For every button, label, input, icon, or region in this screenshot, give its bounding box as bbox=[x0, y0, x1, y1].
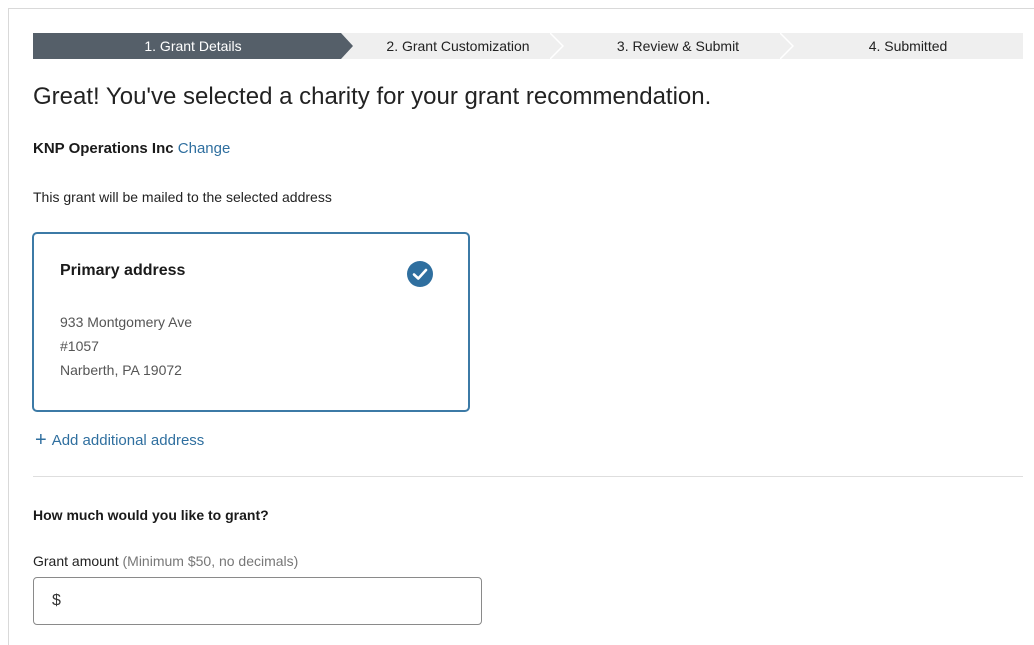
step-separator bbox=[550, 33, 564, 59]
add-address-label: Add additional address bbox=[51, 431, 205, 449]
address-line: Narberth, PA 19072 bbox=[60, 362, 182, 378]
change-charity-link[interactable]: Change bbox=[178, 140, 231, 157]
grant-amount-field[interactable]: $ bbox=[33, 577, 482, 625]
plus-icon: + bbox=[35, 429, 47, 451]
progress-stepper: 1. Grant Details 2. Grant Customization … bbox=[33, 33, 1023, 59]
page-title: Great! You've selected a charity for you… bbox=[33, 83, 712, 110]
amount-label-text: Grant amount bbox=[33, 553, 119, 569]
grant-amount-label: Grant amount (Minimum $50, no decimals) bbox=[33, 553, 298, 569]
add-address-link[interactable]: + Add additional address bbox=[35, 430, 204, 450]
address-line: 933 Montgomery Ave bbox=[60, 314, 193, 330]
grant-amount-input[interactable] bbox=[66, 591, 451, 611]
step-grant-customization: 2. Grant Customization bbox=[353, 33, 564, 59]
amount-hint: (Minimum $50, no decimals) bbox=[122, 553, 299, 569]
step-label: 4. Submitted bbox=[868, 38, 948, 54]
address-lines: 933 Montgomery Ave #1057 Narberth, PA 19… bbox=[60, 310, 192, 382]
address-line: #1057 bbox=[60, 338, 99, 354]
address-card-primary[interactable]: Primary address 933 Montgomery Ave #1057… bbox=[32, 232, 470, 412]
step-grant-details: 1. Grant Details bbox=[33, 33, 353, 59]
currency-symbol: $ bbox=[52, 592, 61, 609]
check-circle-icon bbox=[406, 260, 434, 288]
address-card-title: Primary address bbox=[60, 262, 186, 279]
step-separator bbox=[780, 33, 794, 59]
step-label: 3. Review & Submit bbox=[616, 38, 740, 54]
step-submitted: 4. Submitted bbox=[793, 33, 1023, 59]
mail-note: This grant will be mailed to the selecte… bbox=[33, 189, 332, 205]
step-label: 2. Grant Customization bbox=[386, 38, 530, 54]
step-review-submit: 3. Review & Submit bbox=[563, 33, 794, 59]
grant-question: How much would you like to grant? bbox=[33, 507, 269, 523]
section-divider bbox=[33, 476, 1023, 477]
step-label: 1. Grant Details bbox=[144, 38, 242, 54]
charity-name: KNP Operations Inc bbox=[33, 140, 174, 157]
selected-charity: KNP Operations Inc Change bbox=[33, 140, 230, 157]
